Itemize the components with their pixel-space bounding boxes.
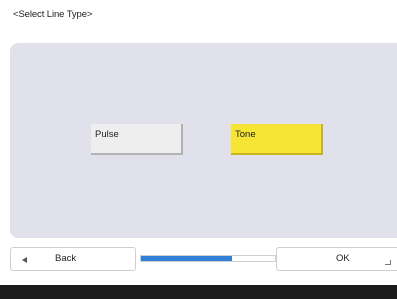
footer-bar <box>0 285 397 299</box>
tone-button[interactable]: Tone <box>231 124 323 155</box>
bottom-bar: Back OK <box>10 247 397 271</box>
ok-button[interactable]: OK <box>276 247 397 271</box>
screen-title: <Select Line Type> <box>13 9 93 20</box>
progress-bar-fill <box>141 256 233 261</box>
ok-button-label: OK <box>336 253 350 264</box>
options-panel <box>10 43 397 238</box>
enter-icon <box>385 260 391 265</box>
back-button-label: Back <box>55 253 77 264</box>
back-button[interactable]: Back <box>10 247 136 271</box>
pulse-button[interactable]: Pulse <box>91 124 183 155</box>
progress-bar <box>140 255 276 262</box>
back-arrow-icon <box>22 257 27 263</box>
